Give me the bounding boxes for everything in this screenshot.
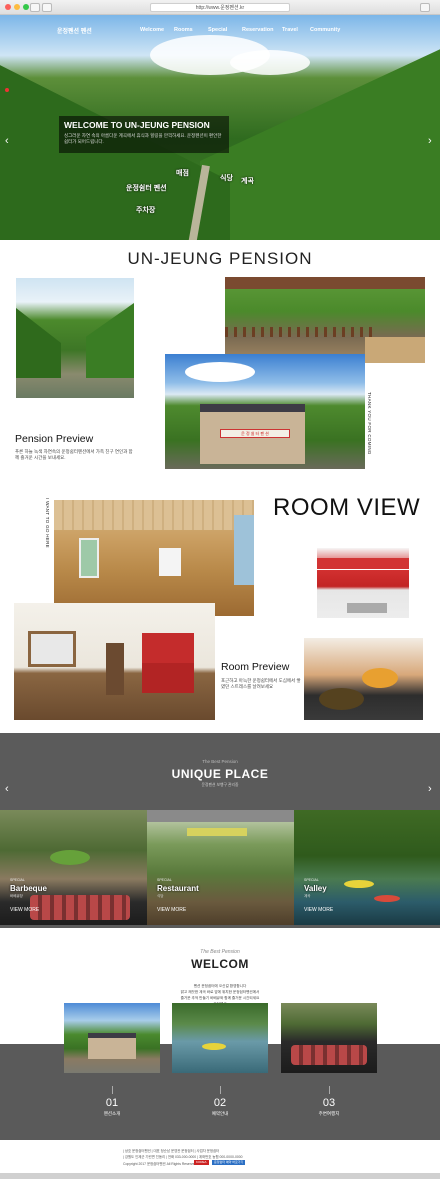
unique-small-title: The Best Pension — [202, 759, 238, 764]
welcom-card-barbeque[interactable] — [281, 1003, 377, 1073]
map-label-food: 식당 — [220, 175, 233, 182]
unique-card-restaurant[interactable]: SPECIAL Restaurant 식당 VIEW MORE — [147, 810, 294, 925]
card-label: Restaurant — [157, 884, 199, 893]
footer-korea-button[interactable]: KOREA — [194, 1160, 209, 1165]
welcome-title: WELCOME TO UN-JEUNG PENSION — [64, 120, 210, 130]
hero-next-arrow-icon[interactable]: › — [428, 135, 432, 147]
nav-rooms[interactable]: Rooms — [174, 27, 208, 33]
hero-banner: 운정펜션 펜션 Welcome Rooms Special Reservatio… — [0, 15, 440, 240]
welcom-card-valley[interactable] — [172, 1003, 268, 1073]
view-more-link[interactable]: VIEW MORE — [10, 907, 39, 913]
hero-prev-arrow-icon[interactable]: ‹ — [5, 135, 9, 147]
pension-preview-desc: 푸른 하늘 녹색 자연속의 운정쉼터펜션에서 가족 친구 연인과 함께 즐거운 … — [15, 449, 133, 460]
section-title-pension: UN-JEUNG PENSION — [127, 249, 313, 268]
map-label-bbq: 매점 — [176, 170, 189, 177]
card-label: Valley — [304, 884, 327, 893]
welcom-title: WELCOM — [191, 957, 249, 971]
deck-photo — [225, 277, 425, 363]
unique-subtitle: 운정펜션 보행구 관리중 — [201, 783, 239, 787]
map-label-pension: 운정쉼터 펜션 — [126, 185, 167, 192]
room-kitchen-photo — [14, 603, 215, 720]
page-bottom-edge — [0, 1173, 440, 1179]
unique-card-valley[interactable]: SPECIAL Valley 계곡 VIEW MORE — [294, 810, 440, 925]
browser-toolbar: http://www.운정펜션.kr — [0, 0, 440, 15]
unique-next-arrow-icon[interactable]: › — [428, 783, 432, 795]
room-wood-photo — [54, 500, 254, 616]
pension-sign: 운 정 쉼 터 펜 션 — [220, 429, 290, 438]
share-button[interactable] — [420, 3, 430, 12]
kitchen-red-photo — [317, 548, 409, 618]
food-plate-photo — [304, 638, 423, 720]
welcome-desc: 싱그러운 자연 속의 아름다운 계곡에서 휴식과 힐링을 만끽하세요. 운정펜션… — [64, 133, 222, 144]
unique-title: UNIQUE PLACE — [171, 767, 269, 781]
indicator-dot — [5, 88, 9, 92]
welcom-num: 03 — [322, 1097, 336, 1109]
welcom-item-reservation-link[interactable]: 예약안내 — [190, 1111, 250, 1117]
welcom-card-pension[interactable] — [64, 1003, 160, 1073]
nav-reservation[interactable]: Reservation — [242, 27, 282, 33]
cloud — [230, 50, 310, 75]
room-preview-title: Room Preview — [221, 661, 290, 673]
footer-line: | 강원도 인제군 기린면 진동리 | 전화 033-000-0000 | 계좌… — [123, 1155, 243, 1159]
welcome-caption: WELCOME TO UN-JEUNG PENSION 싱그러운 자연 속의 아… — [59, 116, 229, 153]
nav-welcome[interactable]: Welcome — [140, 27, 174, 33]
view-more-link[interactable]: VIEW MORE — [304, 907, 333, 913]
welcom-item-pension-link[interactable]: 펜션소개 — [82, 1111, 142, 1117]
url-bar[interactable]: http://www.운정펜션.kr — [150, 3, 290, 12]
pension-building-photo: 운 정 쉼 터 펜 션 — [165, 354, 365, 469]
footer-line: | 상호 운정쉼터펜션 | 대표 정순남 운영관 운정쉼터 | 사업자 운정쉼터 — [123, 1149, 220, 1153]
card-sub: 계곡 — [304, 894, 311, 898]
welcom-num: 02 — [213, 1097, 227, 1109]
divider — [112, 1086, 113, 1094]
room-preview-desc: 포근하고 아늑한 운정쉼터에서 도심에서 쌓였던 스트레스를 날려보세요 — [221, 678, 301, 689]
nav-community[interactable]: Community — [310, 27, 344, 33]
nav-special[interactable]: Special — [208, 27, 242, 33]
card-caption: SPECIAL — [10, 878, 25, 882]
nav-travel[interactable]: Travel — [282, 27, 310, 33]
site-logo[interactable]: 운정펜션 펜션 — [57, 26, 92, 35]
divider — [220, 1086, 221, 1094]
unique-card-barbeque[interactable]: SPECIAL Barbeque 바베큐장 VIEW MORE — [0, 810, 147, 925]
unique-prev-arrow-icon[interactable]: ‹ — [5, 783, 9, 795]
minimize-dot-icon[interactable] — [14, 4, 20, 10]
card-sub: 식당 — [157, 894, 164, 898]
card-label: Barbeque — [10, 884, 47, 893]
footer-copyright: Copyright 2017 운정쉼터펜션 All Rights Reserve… — [123, 1162, 198, 1166]
footer-reserve-button[interactable]: 운정쉼터 예약 바로가기 — [212, 1160, 246, 1165]
main-nav: Welcome Rooms Special Reservation Travel… — [140, 27, 344, 33]
close-dot-icon[interactable] — [5, 4, 11, 10]
card-caption: SPECIAL — [157, 878, 172, 882]
window-controls[interactable] — [5, 4, 29, 10]
forward-button[interactable] — [42, 3, 52, 12]
divider — [329, 1086, 330, 1094]
welcom-small-title: The Best Pension — [200, 949, 240, 955]
pension-preview-title: Pension Preview — [15, 433, 94, 445]
room-view-title: ROOM VIEW — [273, 494, 421, 521]
unique-place-section: The Best Pension UNIQUE PLACE 운정펜션 보행구 관… — [0, 733, 440, 928]
welcom-num: 01 — [105, 1097, 119, 1109]
footer: | 상호 운정쉼터펜션 | 대표 정순남 운영관 운정쉼터 | 사업자 운정쉼터… — [0, 1140, 440, 1175]
card-caption: SPECIAL — [304, 878, 319, 882]
vertical-caption-right: THANK YOU FOR COMING — [367, 392, 372, 455]
vertical-caption-left: I WANT TO GO HERE — [45, 498, 50, 548]
page: http://www.운정펜션.kr 운정펜션 펜션 Welcome Rooms… — [0, 0, 440, 1179]
map-label-valley: 계곡 — [241, 178, 254, 185]
welcom-item-travel-link[interactable]: 주변여행지 — [299, 1111, 359, 1117]
map-label-parking: 주차장 — [136, 207, 156, 214]
view-more-link[interactable]: VIEW MORE — [157, 907, 186, 913]
maximize-dot-icon[interactable] — [23, 4, 29, 10]
river-photo — [16, 278, 134, 398]
back-button[interactable] — [30, 3, 40, 12]
card-sub: 바베큐장 — [10, 894, 23, 898]
